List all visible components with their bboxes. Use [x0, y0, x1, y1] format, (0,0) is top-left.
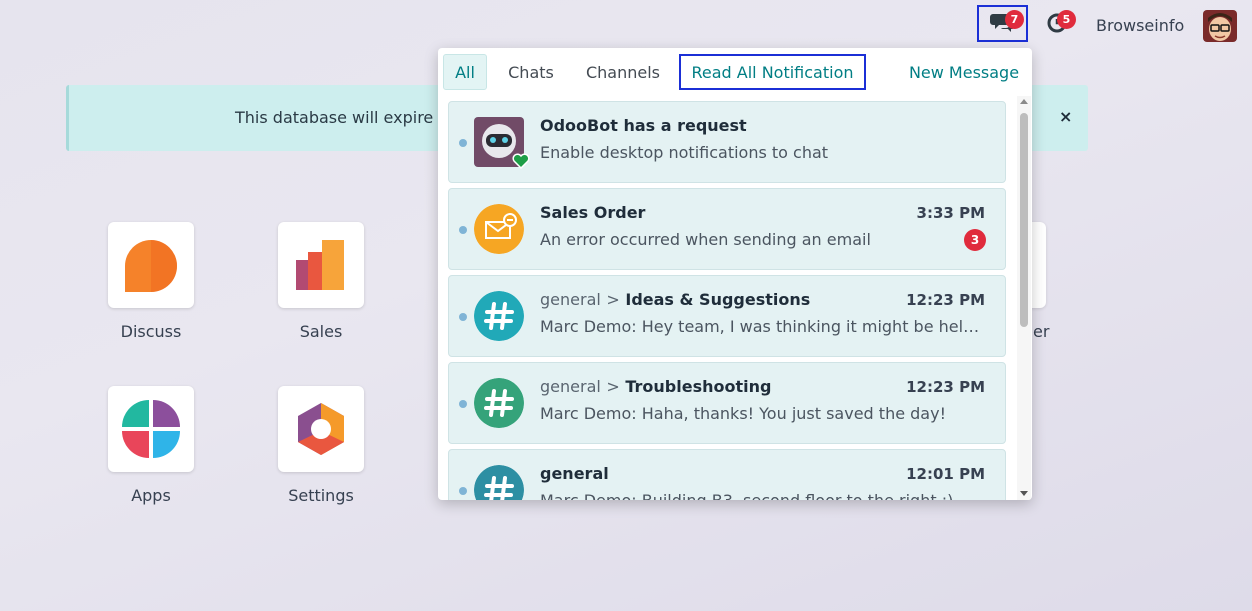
app-label: Discuss — [120, 322, 182, 341]
messaging-dropdown: All Chats Channels Read All Notification… — [438, 48, 1032, 500]
scrollbar[interactable] — [1017, 96, 1031, 500]
discuss-app-icon[interactable] — [108, 222, 194, 308]
hashtag-icon — [474, 378, 524, 428]
chevron-right-icon: > — [606, 377, 620, 396]
item-preview: Marc Demo: Hey team, I was thinking it m… — [540, 317, 988, 336]
chat-counter-badge: 7 — [1005, 10, 1024, 29]
item-time: 12:01 PM — [906, 465, 985, 483]
activity-counter-badge: 5 — [1057, 10, 1076, 29]
app-label: Settings — [288, 486, 354, 505]
close-icon[interactable]: × — [1059, 107, 1072, 126]
unread-counter-badge: 3 — [964, 229, 986, 251]
thread-name: Troubleshooting — [625, 377, 772, 396]
item-preview: Enable desktop notifications to chat — [540, 143, 829, 162]
list-item[interactable]: Sales Order 3:33 PM An error occurred wh… — [448, 188, 1006, 270]
app-sales[interactable]: Sales — [261, 222, 381, 341]
company-name[interactable]: Browseinfo — [1096, 16, 1184, 35]
thread-name: Ideas & Suggestions — [625, 290, 811, 309]
scroll-down-icon[interactable] — [1020, 491, 1028, 496]
channel-name: general — [540, 377, 601, 396]
list-item[interactable]: general 12:01 PM Marc Demo: Building B3,… — [448, 449, 1006, 500]
banner-text: This database will expire in — [235, 108, 453, 127]
unread-dot-icon — [459, 139, 467, 147]
list-item[interactable]: general > Ideas & Suggestions 12:23 PM M… — [448, 275, 1006, 357]
tab-channels[interactable]: Channels — [578, 54, 668, 90]
hashtag-icon — [474, 465, 524, 500]
item-time: 12:23 PM — [906, 291, 985, 309]
item-time: 3:33 PM — [916, 204, 985, 222]
heart-icon — [512, 153, 530, 173]
tab-all[interactable]: All — [443, 54, 487, 90]
partial-app-label: er — [1033, 322, 1050, 341]
activity-menu-button[interactable]: 5 — [1037, 8, 1077, 40]
app-label: Sales — [299, 322, 343, 341]
envelope-icon — [474, 204, 524, 254]
user-avatar[interactable] — [1203, 10, 1237, 42]
list-item[interactable]: OdooBot has a request Enable desktop not… — [448, 101, 1006, 183]
scrollbar-thumb[interactable] — [1020, 113, 1028, 327]
item-title: general > Troubleshooting — [540, 377, 771, 396]
unread-dot-icon — [459, 226, 467, 234]
app-label: Apps — [131, 486, 171, 505]
tab-chats[interactable]: Chats — [500, 54, 562, 90]
unread-dot-icon — [459, 487, 467, 495]
list-item[interactable]: general > Troubleshooting 12:23 PM Marc … — [448, 362, 1006, 444]
item-preview: Marc Demo: Haha, thanks! You just saved … — [540, 404, 946, 423]
dropdown-tabs: All Chats Channels Read All Notification… — [438, 48, 1032, 96]
new-message-button[interactable]: New Message — [904, 54, 1024, 90]
app-settings[interactable]: Settings — [261, 386, 381, 505]
apps-app-icon[interactable] — [108, 386, 194, 472]
app-discuss[interactable]: Discuss — [91, 222, 211, 341]
hashtag-icon — [474, 291, 524, 341]
item-time: 12:23 PM — [906, 378, 985, 396]
unread-dot-icon — [459, 313, 467, 321]
item-preview: Marc Demo: Building B3, second floor to … — [540, 491, 988, 500]
scroll-up-icon[interactable] — [1020, 99, 1028, 104]
settings-app-icon[interactable] — [278, 386, 364, 472]
item-title: general — [540, 464, 609, 483]
read-all-notification-button[interactable]: Read All Notification — [679, 54, 866, 90]
messaging-menu-button[interactable]: 7 — [977, 5, 1028, 42]
item-title: OdooBot has a request — [540, 116, 747, 135]
item-title: general > Ideas & Suggestions — [540, 290, 810, 309]
channel-name: general — [540, 290, 601, 309]
sales-app-icon[interactable] — [278, 222, 364, 308]
notification-list: OdooBot has a request Enable desktop not… — [448, 101, 1008, 500]
item-preview: An error occurred when sending an email — [540, 230, 871, 249]
unread-dot-icon — [459, 400, 467, 408]
chevron-right-icon: > — [606, 290, 620, 309]
item-title: Sales Order — [540, 203, 646, 222]
app-apps[interactable]: Apps — [91, 386, 211, 505]
systray: 7 5 Browseinfo — [0, 0, 1252, 48]
